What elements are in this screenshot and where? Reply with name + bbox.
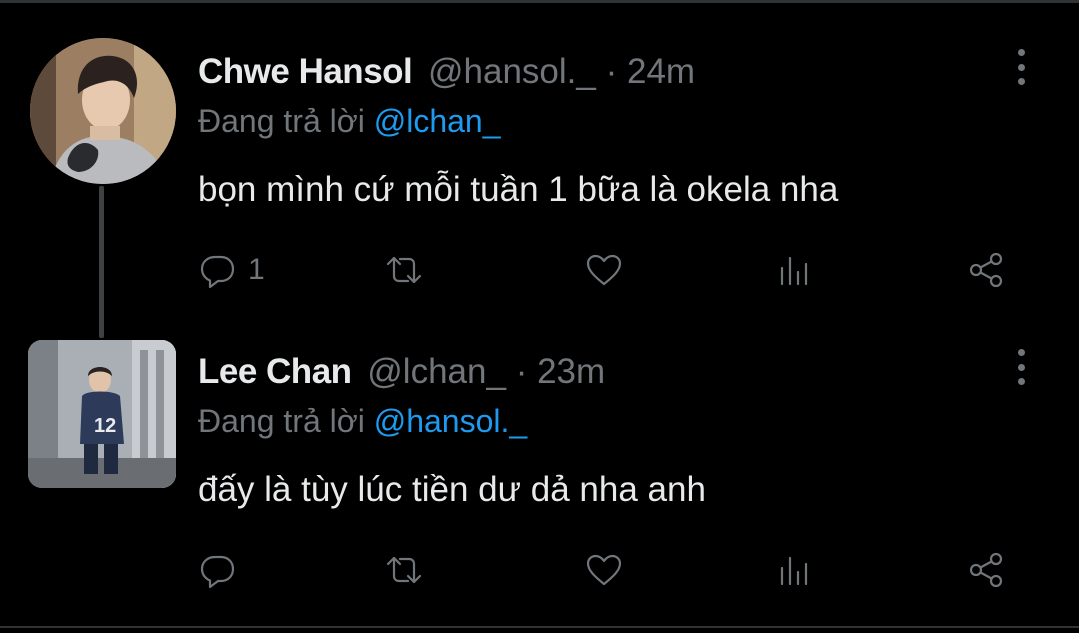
- action-bar: [198, 545, 1028, 595]
- action-bar: 1: [198, 245, 1028, 295]
- svg-text:12: 12: [94, 415, 116, 437]
- replying-to-label: Đang trả lời: [198, 403, 365, 439]
- share-button[interactable]: [966, 545, 1006, 595]
- more-vertical-icon-dot: [1017, 78, 1025, 85]
- like-button[interactable]: [584, 245, 624, 295]
- views-icon: [780, 256, 808, 286]
- views-button[interactable]: [775, 245, 815, 295]
- retweet-icon: [386, 256, 422, 284]
- more-vertical-icon-dot: [1017, 63, 1025, 71]
- views-button[interactable]: [775, 545, 815, 595]
- replying-to-mention[interactable]: @hansol._: [374, 403, 527, 439]
- retweet-button[interactable]: [384, 545, 424, 595]
- share-icon: [969, 252, 1003, 288]
- bottom-divider: [0, 626, 1079, 628]
- replying-to-mention[interactable]: @lchan_: [374, 103, 501, 139]
- replying-to-line: Đang trả lời @lchan_: [198, 100, 501, 142]
- replying-to-label: Đang trả lời: [198, 103, 365, 139]
- more-vertical-icon-dot: [1017, 363, 1025, 371]
- tweet[interactable]: Chwe Hansol @hansol._ · 24m Đang trả lời…: [0, 0, 1079, 330]
- more-vertical-icon: [1017, 349, 1025, 356]
- reply-count: 1: [248, 253, 265, 286]
- tweet-text: bọn mình cứ mỗi tuần 1 bữa là okela nha: [198, 170, 839, 209]
- user-handle[interactable]: @lchan_: [367, 352, 506, 391]
- reply-button[interactable]: [198, 545, 248, 595]
- share-icon: [969, 552, 1003, 588]
- avatar-photo: [30, 38, 176, 184]
- timestamp[interactable]: 24m: [627, 52, 695, 91]
- tweet-header: Lee Chan @lchan_ · 23m: [198, 350, 605, 394]
- user-handle[interactable]: @hansol._: [428, 52, 596, 91]
- tweet-text: đấy là tùy lúc tiền dư dả nha anh: [198, 470, 706, 509]
- more-vertical-icon-dot: [1017, 378, 1025, 385]
- retweet-button[interactable]: [384, 245, 424, 295]
- more-options-button[interactable]: [1004, 47, 1038, 87]
- like-button[interactable]: [584, 545, 624, 595]
- separator-dot: ·: [605, 52, 618, 91]
- tweet-header: Chwe Hansol @hansol._ · 24m: [198, 50, 695, 94]
- timestamp[interactable]: 23m: [537, 352, 605, 391]
- share-button[interactable]: [966, 245, 1006, 295]
- replying-to-line: Đang trả lời @hansol._: [198, 400, 527, 442]
- heart-icon: [586, 554, 622, 586]
- more-vertical-icon: [1017, 49, 1025, 56]
- display-name[interactable]: Chwe Hansol: [198, 52, 413, 91]
- tweet[interactable]: 12 Lee Chan @lchan_ · 23m Đang trả lời @…: [0, 330, 1079, 626]
- retweet-icon: [386, 556, 422, 584]
- avatar-photo: 12: [28, 340, 176, 488]
- heart-icon: [586, 254, 622, 286]
- reply-icon: [200, 255, 235, 289]
- more-options-button[interactable]: [1004, 347, 1038, 387]
- separator-dot: ·: [515, 352, 528, 391]
- avatar[interactable]: 12: [28, 340, 176, 488]
- reply-icon: [200, 555, 235, 589]
- display-name[interactable]: Lee Chan: [198, 352, 352, 391]
- reply-button[interactable]: 1: [198, 245, 265, 295]
- avatar[interactable]: [30, 38, 176, 184]
- views-icon: [780, 556, 808, 586]
